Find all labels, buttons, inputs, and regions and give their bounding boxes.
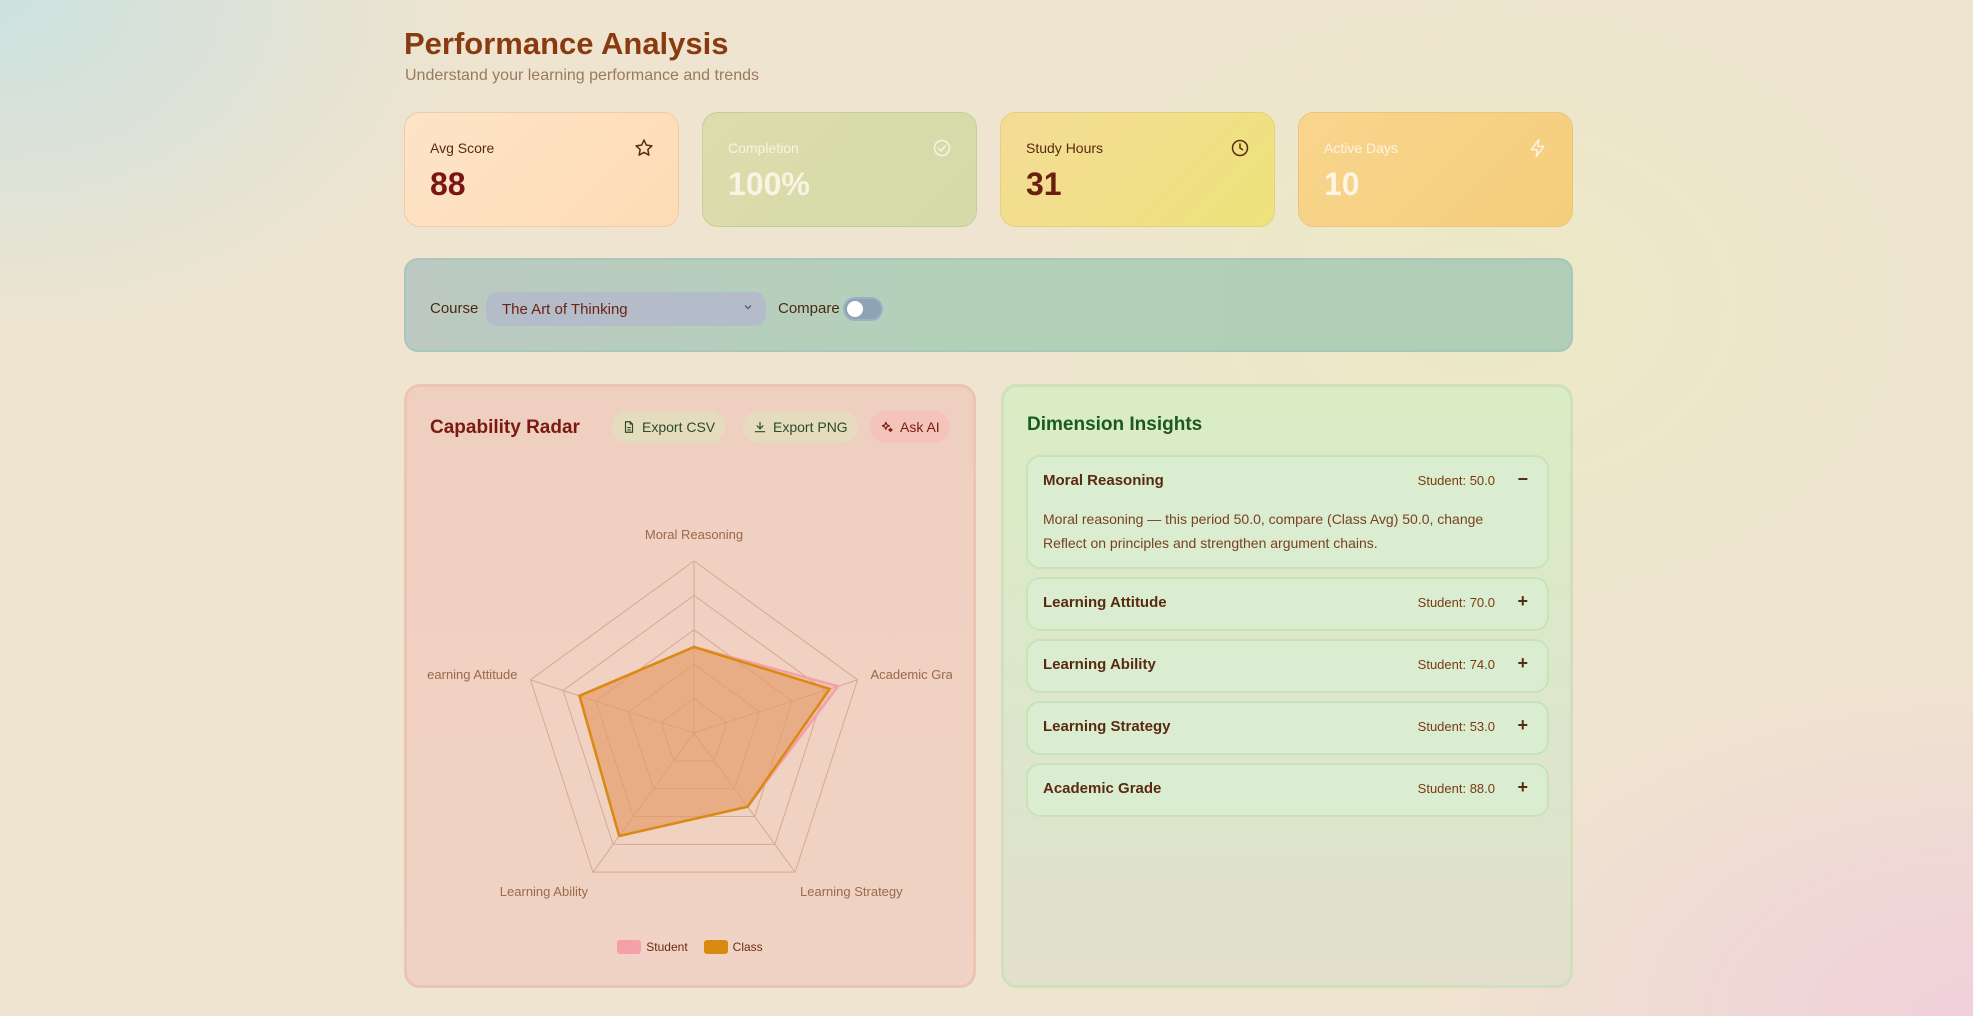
radar-axis-label: Moral Reasoning bbox=[645, 527, 743, 542]
course-select-value: The Art of Thinking bbox=[502, 301, 628, 318]
insight-description: Moral reasoning — this period 50.0, comp… bbox=[1043, 511, 1484, 551]
insight-item-learning-strategy[interactable]: Learning Strategy Student: 53.0 + bbox=[1026, 701, 1549, 755]
export-csv-label: Export CSV bbox=[642, 419, 716, 435]
insight-item-learning-attitude[interactable]: Learning Attitude Student: 70.0 + bbox=[1026, 577, 1549, 631]
compare-toggle[interactable] bbox=[843, 297, 883, 321]
legend-item-student[interactable]: Student bbox=[617, 940, 688, 954]
insight-score: Student: 74.0 bbox=[1417, 657, 1495, 672]
stat-label: Active Days bbox=[1324, 140, 1398, 156]
legend-item-class[interactable]: Class bbox=[703, 940, 763, 954]
legend-swatch-class bbox=[703, 940, 728, 954]
insight-score: Student: 88.0 bbox=[1417, 781, 1495, 796]
radar-axis-label: Learning Strategy bbox=[800, 884, 903, 899]
insights-title: Dimension Insights bbox=[1027, 414, 1203, 435]
radar-axis-label: Learning Attitude bbox=[427, 667, 517, 682]
capability-radar-card: Capability Radar Export CSV Export PNG A… bbox=[404, 384, 976, 988]
toggle-knob bbox=[847, 301, 863, 317]
insight-name: Learning Ability bbox=[1043, 656, 1156, 673]
expand-icon[interactable]: + bbox=[1517, 777, 1528, 798]
insight-item-learning-ability[interactable]: Learning Ability Student: 74.0 + bbox=[1026, 639, 1549, 693]
insight-score: Student: 50.0 bbox=[1417, 473, 1495, 488]
dimension-insights-card: Dimension Insights Moral Reasoning Stude… bbox=[1001, 384, 1573, 988]
chevron-down-icon bbox=[744, 305, 752, 310]
legend-swatch-student bbox=[617, 940, 642, 954]
expand-icon[interactable]: + bbox=[1517, 591, 1528, 612]
bolt-icon bbox=[1530, 138, 1545, 158]
insight-score: Student: 53.0 bbox=[1417, 719, 1495, 734]
stat-card-study-hours: Study Hours 31 bbox=[1000, 112, 1275, 227]
insight-name: Academic Grade bbox=[1043, 780, 1162, 797]
legend-label-student: Student bbox=[646, 940, 688, 954]
ask-ai-button[interactable]: Ask AI bbox=[870, 411, 950, 443]
insight-item-academic-grade[interactable]: Academic Grade Student: 88.0 + bbox=[1026, 763, 1549, 817]
page-subtitle: Understand your learning performance and… bbox=[405, 67, 759, 84]
expand-icon[interactable]: + bbox=[1517, 653, 1528, 674]
stat-value: 10 bbox=[1324, 166, 1360, 202]
insight-item-moral-reasoning[interactable]: Moral Reasoning Student: 50.0 − Moral re… bbox=[1026, 455, 1549, 569]
course-label: Course bbox=[430, 300, 479, 317]
filter-bar: Course The Art of Thinking Compare bbox=[404, 258, 1573, 352]
insight-name: Learning Strategy bbox=[1043, 718, 1171, 735]
ask-ai-label: Ask AI bbox=[900, 419, 940, 435]
stat-value: 31 bbox=[1026, 166, 1062, 202]
clock-icon bbox=[1231, 139, 1249, 157]
insight-score: Student: 70.0 bbox=[1417, 595, 1495, 610]
stat-label: Completion bbox=[728, 140, 799, 156]
course-select[interactable]: The Art of Thinking bbox=[486, 292, 766, 326]
page-title: Performance Analysis bbox=[404, 26, 729, 61]
radar-card-title: Capability Radar bbox=[430, 417, 580, 438]
capability-radar-chart: Moral Reasoning Academic Grade Learning St… bbox=[427, 527, 952, 899]
stat-card-avg-score: Avg Score 88 bbox=[404, 112, 679, 227]
stat-value: 88 bbox=[430, 166, 466, 202]
compare-label: Compare bbox=[778, 300, 840, 317]
radar-axis-label: Academic Grade bbox=[871, 667, 952, 682]
export-png-button[interactable]: Export PNG bbox=[743, 411, 858, 443]
legend-label-class: Class bbox=[732, 940, 763, 954]
check-circle-icon bbox=[933, 139, 951, 157]
stat-card-active-days: Active Days 10 bbox=[1298, 112, 1573, 227]
download-icon bbox=[754, 421, 766, 433]
collapse-icon[interactable]: − bbox=[1517, 469, 1528, 490]
export-png-label: Export PNG bbox=[773, 419, 848, 435]
file-icon bbox=[624, 421, 634, 433]
insight-name: Moral Reasoning bbox=[1043, 472, 1164, 489]
radar-axis-label: Learning Ability bbox=[500, 884, 589, 899]
expand-icon[interactable]: + bbox=[1517, 715, 1528, 736]
stat-value: 100% bbox=[728, 166, 810, 202]
sparkles-icon bbox=[881, 421, 893, 433]
insight-name: Learning Attitude bbox=[1043, 594, 1167, 611]
export-csv-button[interactable]: Export CSV bbox=[612, 411, 726, 443]
stat-card-completion: Completion 100% bbox=[702, 112, 977, 227]
radar-legend: Student Class bbox=[407, 940, 973, 954]
stat-label: Study Hours bbox=[1026, 140, 1104, 156]
star-icon bbox=[635, 139, 653, 156]
stat-label: Avg Score bbox=[430, 140, 495, 156]
